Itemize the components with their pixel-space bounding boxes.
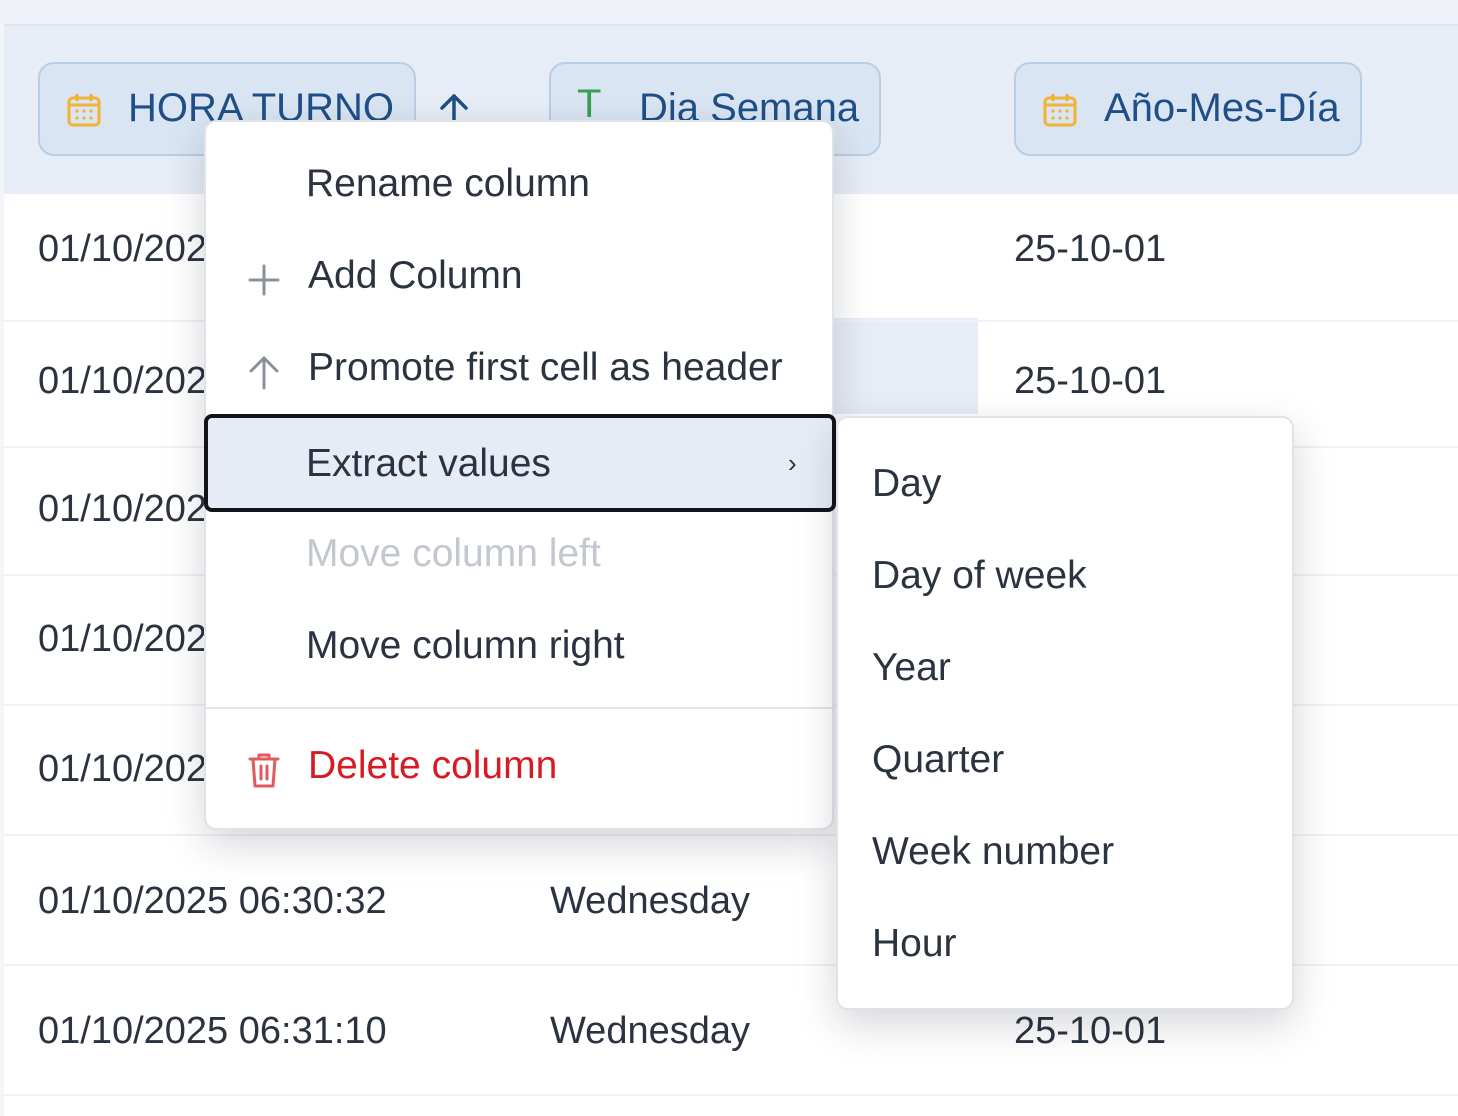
menu-item-label: Add Column (308, 254, 523, 297)
cell-dia-semana[interactable]: Wednesday (550, 880, 750, 923)
toolbar-strip (0, 0, 1458, 26)
submenu-item-label: Quarter (872, 738, 1005, 781)
menu-item-rename-column[interactable]: Rename column (206, 142, 832, 232)
cell-dia-semana[interactable]: Wednesday (550, 1010, 750, 1053)
arrow-up-icon (249, 356, 279, 390)
submenu-item-quarter[interactable]: Quarter (838, 716, 1292, 808)
submenu-item-label: Day (872, 462, 942, 505)
column-header-ano-mes-dia[interactable]: Año-Mes-Día (1014, 62, 1362, 156)
cell-hora-turno[interactable]: 01/10/2025 06:31:10 (38, 1010, 387, 1053)
column-header-label: Año-Mes-Día (1104, 86, 1340, 130)
submenu-item-hour[interactable]: Hour (838, 900, 1292, 992)
menu-item-label: Extract values (306, 442, 551, 485)
menu-item-label: Move column left (306, 532, 601, 575)
trash-icon (248, 753, 280, 788)
extract-values-submenu: Day Day of week Year Quarter Week number… (836, 416, 1294, 1010)
column-context-menu: Rename column Add Column Promote first c… (204, 120, 836, 830)
cell-hora-turno[interactable]: 01/10/202 (38, 488, 207, 531)
cell-ano-mes-dia[interactable]: 25-10-01 (1014, 360, 1166, 403)
plus-icon (248, 264, 280, 296)
menu-item-label: Promote first cell as header (308, 346, 783, 389)
menu-divider (206, 707, 832, 709)
chevron-right-icon: › (788, 448, 797, 478)
menu-item-label: Delete column (308, 744, 558, 787)
submenu-item-week-number[interactable]: Week number (838, 808, 1292, 900)
submenu-item-label: Day of week (872, 554, 1087, 597)
cell-hora-turno[interactable]: 01/10/202 (38, 228, 207, 271)
menu-item-move-column-left[interactable]: Move column left (206, 512, 832, 602)
menu-item-extract-values[interactable]: Extract values › (204, 414, 836, 512)
calendar-icon (1043, 94, 1077, 127)
cell-hora-turno[interactable]: 01/10/202 (38, 748, 207, 791)
spreadsheet-view: HORA TURNO T Dia Semana Año-Mes-Día 01/1… (0, 0, 1458, 1116)
cell-hora-turno[interactable]: 01/10/202 (38, 360, 207, 403)
menu-item-label: Rename column (306, 162, 590, 205)
menu-item-label: Move column right (306, 624, 625, 667)
menu-item-promote-header[interactable]: Promote first cell as header (206, 326, 832, 416)
cell-ano-mes-dia[interactable]: 25-10-01 (1014, 228, 1166, 271)
submenu-item-day[interactable]: Day (838, 440, 1292, 532)
submenu-item-label: Week number (872, 830, 1115, 873)
cell-hora-turno[interactable]: 01/10/2025 06:30:32 (38, 880, 387, 923)
submenu-item-label: Year (872, 646, 951, 689)
submenu-item-day-of-week[interactable]: Day of week (838, 532, 1292, 624)
cell-hora-turno[interactable]: 01/10/202 (38, 618, 207, 661)
menu-item-add-column[interactable]: Add Column (206, 234, 832, 324)
cell-ano-mes-dia[interactable]: 25-10-01 (1014, 1010, 1166, 1053)
menu-item-move-column-right[interactable]: Move column right (206, 604, 832, 694)
submenu-item-label: Hour (872, 922, 957, 965)
submenu-item-year[interactable]: Year (838, 624, 1292, 716)
calendar-icon (67, 94, 101, 127)
menu-item-delete-column[interactable]: Delete column (206, 724, 832, 814)
